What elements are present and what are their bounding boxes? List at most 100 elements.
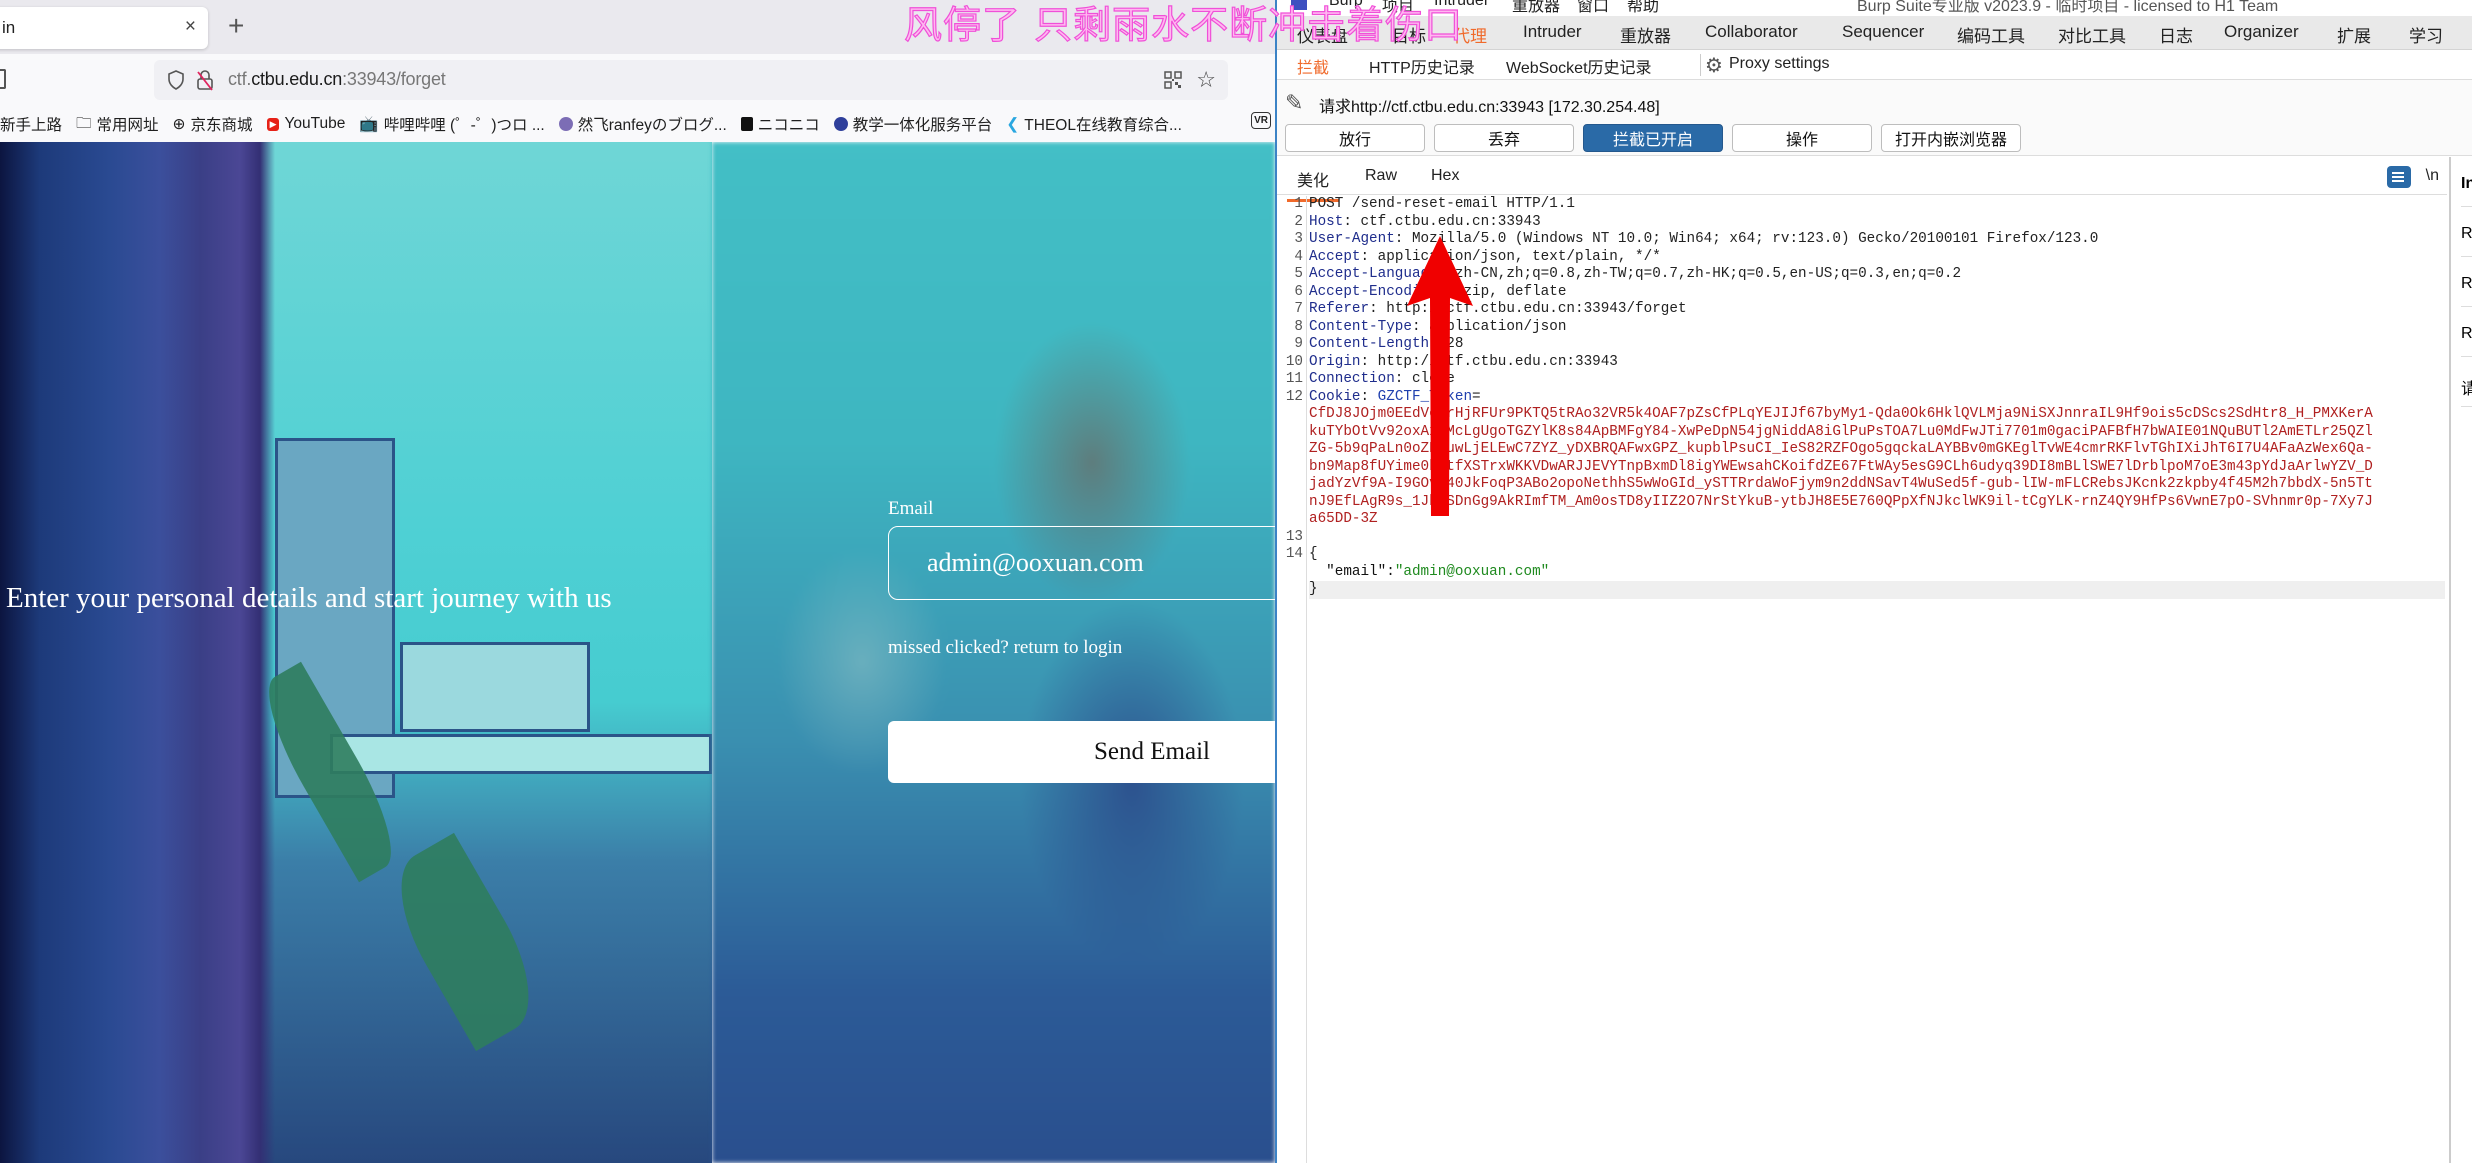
header-value: Mozilla/5.0 (Windows NT 10.0; Win64; x64… <box>1403 231 2099 247</box>
return-to-login-link[interactable]: missed clicked? return to login <box>888 637 1275 659</box>
header-colon: : <box>1360 353 1370 370</box>
tab-sequencer[interactable]: Sequencer <box>1842 22 1924 42</box>
bookmark-item[interactable]: 然飞ranfeyのブログ... <box>558 113 727 135</box>
niconico-icon <box>740 117 753 131</box>
request-line-text: POST /send-reset-email HTTP/1.1 <box>1309 196 1575 212</box>
vr-icon[interactable]: VR <box>1251 112 1271 129</box>
subtab-websocket-history[interactable]: WebSocket历史记录 <box>1506 54 1652 78</box>
avatar-icon <box>558 117 573 131</box>
tab-comparer[interactable]: 对比工具 <box>2058 22 2126 47</box>
header-name: Cookie <box>1309 388 1361 405</box>
browser-window: in × + ctf.ctbu.edu.cn:33943/forget ☆ 新手… <box>0 0 1275 1163</box>
tab-collaborator[interactable]: Collaborator <box>1705 22 1798 42</box>
tab-repeater[interactable]: 重放器 <box>1620 22 1671 47</box>
new-tab-button[interactable]: + <box>228 10 244 42</box>
tab-organizer[interactable]: Organizer <box>2224 22 2299 42</box>
tab-intruder[interactable]: Intruder <box>1523 22 1582 42</box>
tab-logger[interactable]: 日志 <box>2159 22 2193 47</box>
tab-learn[interactable]: 学习 <box>2409 22 2443 47</box>
line-number: 12 <box>1285 388 1303 405</box>
line-number: 13 <box>1285 528 1303 545</box>
globe-icon: ⊕ <box>172 115 186 133</box>
divider <box>1700 54 1701 76</box>
menu-repeater[interactable]: 重放器 <box>1512 0 1560 16</box>
insecure-lock-icon[interactable] <box>196 69 214 91</box>
line-number: 3 <box>1294 231 1303 247</box>
drop-button[interactable]: 丢弃 <box>1434 124 1574 152</box>
inspector-title: In <box>2461 157 2472 207</box>
tab-hex[interactable]: Hex <box>1431 167 1459 185</box>
lyric-overlay: 风停了 只剩雨水不断冲击着伤口 <box>903 2 1464 47</box>
cookie-value: a65DD-3Z <box>1309 511 1378 527</box>
forward-button[interactable]: 放行 <box>1285 124 1425 152</box>
bookmark-item[interactable]: ニコニコ <box>740 113 820 135</box>
bookmark-label: 教学一体化服务平台 <box>852 117 993 134</box>
bookmark-item[interactable]: 教学一体化服务平台 <box>833 113 993 135</box>
bookmark-item[interactable]: 新手上路 <box>0 113 62 135</box>
send-email-button[interactable]: Send Email <box>888 721 1275 783</box>
action-button[interactable]: 操作 <box>1732 124 1872 152</box>
tab-pretty[interactable]: 美化 <box>1286 167 1340 202</box>
url-text[interactable]: ctf.ctbu.edu.cn:33943/forget <box>228 69 446 90</box>
burp-suite-window: Burp 项目 Intruder 重放器 窗口 帮助 Burp Suite专业版… <box>1275 0 2472 1163</box>
inspector-row[interactable]: R <box>2461 207 2472 257</box>
bookmark-item[interactable]: ❮ THEOL在线教育综合... <box>1006 113 1182 135</box>
word-wrap-icon[interactable] <box>2387 166 2411 188</box>
bookmarks-bar: 新手上路 🗀 常用网址 ⊕ 京东商城 ▶ YouTube 📺 哔哩哔哩 (゜-゜)つロ … <box>0 106 1275 142</box>
request-line: Referer: http://ctf.ctbu.edu.cn:33943/fo… <box>1309 301 1687 319</box>
tagline: Enter your personal details and start jo… <box>6 582 612 614</box>
bookmark-item[interactable]: 📺 哔哩哔哩 (゜-゜)つロ ... <box>359 113 544 135</box>
tab-raw[interactable]: Raw <box>1365 167 1397 185</box>
open-browser-button[interactable]: 打开内嵌浏览器 <box>1881 124 2021 152</box>
subtab-http-history[interactable]: HTTP历史记录 <box>1369 54 1475 78</box>
bookmark-item[interactable]: 🗀 常用网址 <box>76 111 159 138</box>
header-colon: : <box>1343 213 1352 230</box>
subtab-intercept[interactable]: 拦截 <box>1286 54 1340 84</box>
line-number: 6 <box>1294 283 1303 300</box>
proxy-settings-button[interactable]: Proxy settings <box>1729 55 1829 73</box>
line-number: 1 <box>1294 196 1303 212</box>
tab-title: in <box>2 18 16 37</box>
current-line-highlight <box>1309 581 2445 599</box>
editor-tabs: 美化 Raw Hex \n ≡ <box>1277 157 2467 202</box>
tab-extensions[interactable]: 扩展 <box>2337 22 2371 47</box>
intercept-toggle-button[interactable]: 拦截已开启 <box>1583 124 1723 152</box>
header-name: Accept <box>1309 248 1361 265</box>
tab-close-icon[interactable]: × <box>185 16 196 38</box>
red-arrow-annotation <box>1407 236 1473 516</box>
line-number: 2 <box>1294 213 1303 230</box>
header-name: Referer <box>1309 301 1370 317</box>
newline-toggle-icon[interactable]: \n <box>2426 167 2439 185</box>
home-icon[interactable] <box>0 69 6 89</box>
line-number: 10 <box>1285 353 1303 370</box>
bookmark-label: 新手上路 <box>0 117 63 134</box>
inspector-row[interactable]: R <box>2461 257 2472 307</box>
menu-help[interactable]: 帮助 <box>1627 0 1659 16</box>
bookmark-item[interactable]: ▶ YouTube <box>266 115 345 133</box>
inspector-row[interactable]: 请 <box>2461 357 2472 407</box>
line-number: 4 <box>1294 248 1303 265</box>
header-name: Connection <box>1309 371 1395 387</box>
json-close-brace: } <box>1309 581 1318 597</box>
gear-icon[interactable]: ⚙ <box>1705 53 1723 78</box>
email-input[interactable] <box>888 526 1275 600</box>
line-number: 14 <box>1285 546 1303 562</box>
pencil-icon[interactable]: ✎ <box>1285 90 1303 116</box>
line-number: 11 <box>1285 371 1303 387</box>
bookmark-label: 哔哩哔哩 (゜-゜)つロ ... <box>383 117 545 134</box>
browser-tab[interactable]: in × <box>0 7 208 49</box>
shield-icon[interactable] <box>168 70 184 90</box>
inspector-row[interactable]: R <box>2461 307 2472 357</box>
url-bar[interactable]: ctf.ctbu.edu.cn:33943/forget ☆ <box>154 60 1228 100</box>
bookmark-item[interactable]: ⊕ 京东商城 <box>173 113 253 135</box>
header-colon: : <box>1360 248 1370 265</box>
qr-code-icon[interactable] <box>1164 71 1182 89</box>
line-number: 5 <box>1294 266 1303 282</box>
header-name: User-Agent <box>1309 231 1395 247</box>
line-number: 9 <box>1294 336 1303 352</box>
header-name: Host <box>1309 213 1344 230</box>
tab-decoder[interactable]: 编码工具 <box>1957 22 2025 47</box>
bookmark-star-icon[interactable]: ☆ <box>1196 67 1216 93</box>
menu-window[interactable]: 窗口 <box>1577 0 1609 16</box>
line-number-gutter: 1 2 3 4 5 6 7 8 9 10 11 12 13 14 <box>1277 196 1307 1163</box>
